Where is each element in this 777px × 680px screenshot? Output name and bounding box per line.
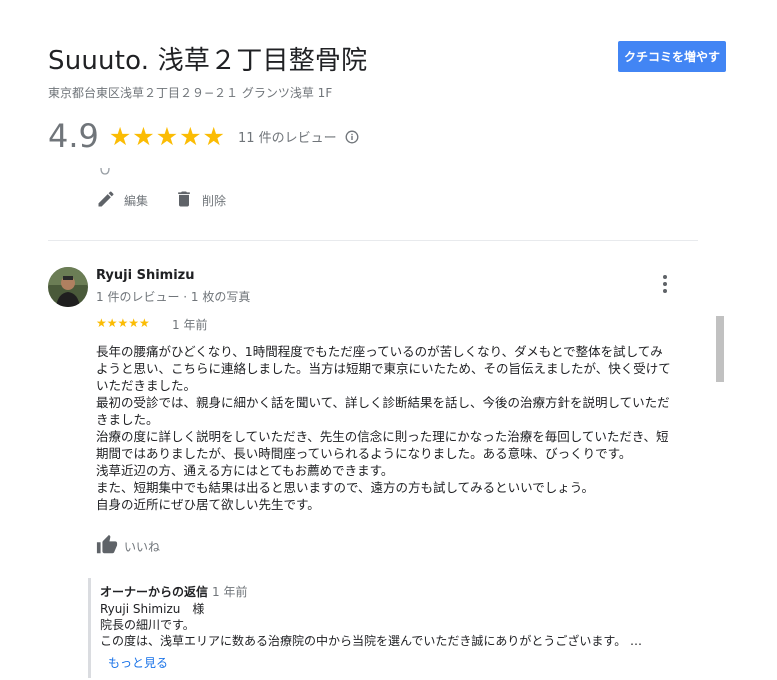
review-line: 自身の近所にぜひ居て欲しい先生です。 [96, 497, 320, 512]
delete-button[interactable]: 削除 [174, 189, 226, 212]
trash-icon [174, 189, 194, 212]
review-line: ようと思い、こちらに連絡しました。当方は短期で東京にいたため、その旨伝えましたが… [96, 361, 671, 376]
like-label: いいね [124, 540, 161, 554]
more-vert-icon[interactable] [656, 274, 674, 294]
owner-reply-text: Ryuji Shimizu 様 院長の細川です。 この度は、浅草エリアに数ある治… [100, 601, 684, 649]
owner-reply-line: Ryuji Shimizu 様 [100, 602, 205, 616]
reviewer-avatar[interactable] [48, 267, 88, 307]
owner-reply-time: 1 年前 [212, 585, 248, 599]
owner-reply-line: この度は、浅草エリアに数ある治療院の中から当院を選んでいただき誠にありがとうござ… [100, 634, 643, 648]
rating-stars: ★★★★★ [108, 121, 226, 151]
review-line: 期間ではありましたが、長い時間座っていられるようになりました。ある意味、びっくり… [96, 446, 632, 461]
review-line: また、短期集中でも結果は出ると思いますので、遠方の方も試してみるといいでしょう。 [96, 480, 595, 495]
review-count-link[interactable]: 11 件のレビュー [238, 127, 337, 146]
edit-pencil-icon [96, 189, 116, 212]
review-line: 最初の受診では、親身に細かく話を聞いて、詳しく診断結果を話し、今後の治療方針を説… [96, 395, 670, 410]
review-text: 長年の腰痛がひどくなり、1時間程度でもただ座っているのが苦しくなり、ダメもとで整… [96, 343, 700, 513]
owner-reply-label: オーナーからの返信 [100, 585, 209, 599]
scrollbar-thumb[interactable] [716, 316, 724, 382]
owner-reply-line: 院長の細川です。 [100, 618, 195, 632]
review-line: きました。 [96, 412, 159, 427]
add-review-button[interactable]: クチコミを増やす [618, 41, 726, 72]
read-more-link[interactable]: もっと見る [108, 654, 168, 671]
rating-summary: 4.9 ★★★★★ 11 件のレビュー [48, 116, 359, 156]
delete-label: 削除 [202, 194, 227, 208]
reviewer-name[interactable]: Ryuji Shimizu [96, 268, 195, 283]
partial-icon [100, 163, 110, 175]
review-line: 浅草近辺の方、通える方にはとてもお薦めできます。 [96, 463, 394, 478]
review-line: 治療の度に詳しく説明をしていただき、先生の信念に則った理にかなった治療を毎回して… [96, 429, 669, 444]
review-line: 長年の腰痛がひどくなり、1時間程度でもただ座っているのが苦しくなり、ダメもとで整… [96, 344, 663, 359]
review-date: 1 年前 [172, 318, 208, 332]
owner-reply-header: オーナーからの返信 1 年前 [100, 583, 247, 600]
place-address: 東京都台東区浅草２丁目２９−２１ グランツ浅草 1F [48, 86, 333, 100]
review-line: いただきました。 [96, 378, 197, 393]
review-stars: ★★★★★ [96, 316, 150, 330]
edit-button[interactable]: 編集 [96, 189, 148, 212]
rating-value: 4.9 [48, 117, 99, 155]
like-button[interactable]: いいね [96, 534, 160, 559]
thumb-up-icon [96, 534, 118, 559]
reviewer-meta: 1 件のレビュー · 1 枚の写真 [96, 290, 251, 304]
section-divider [48, 240, 698, 241]
place-title: Suuuto. 浅草２丁目整骨院 [48, 46, 368, 76]
edit-label: 編集 [124, 194, 149, 208]
info-icon[interactable] [345, 129, 359, 144]
